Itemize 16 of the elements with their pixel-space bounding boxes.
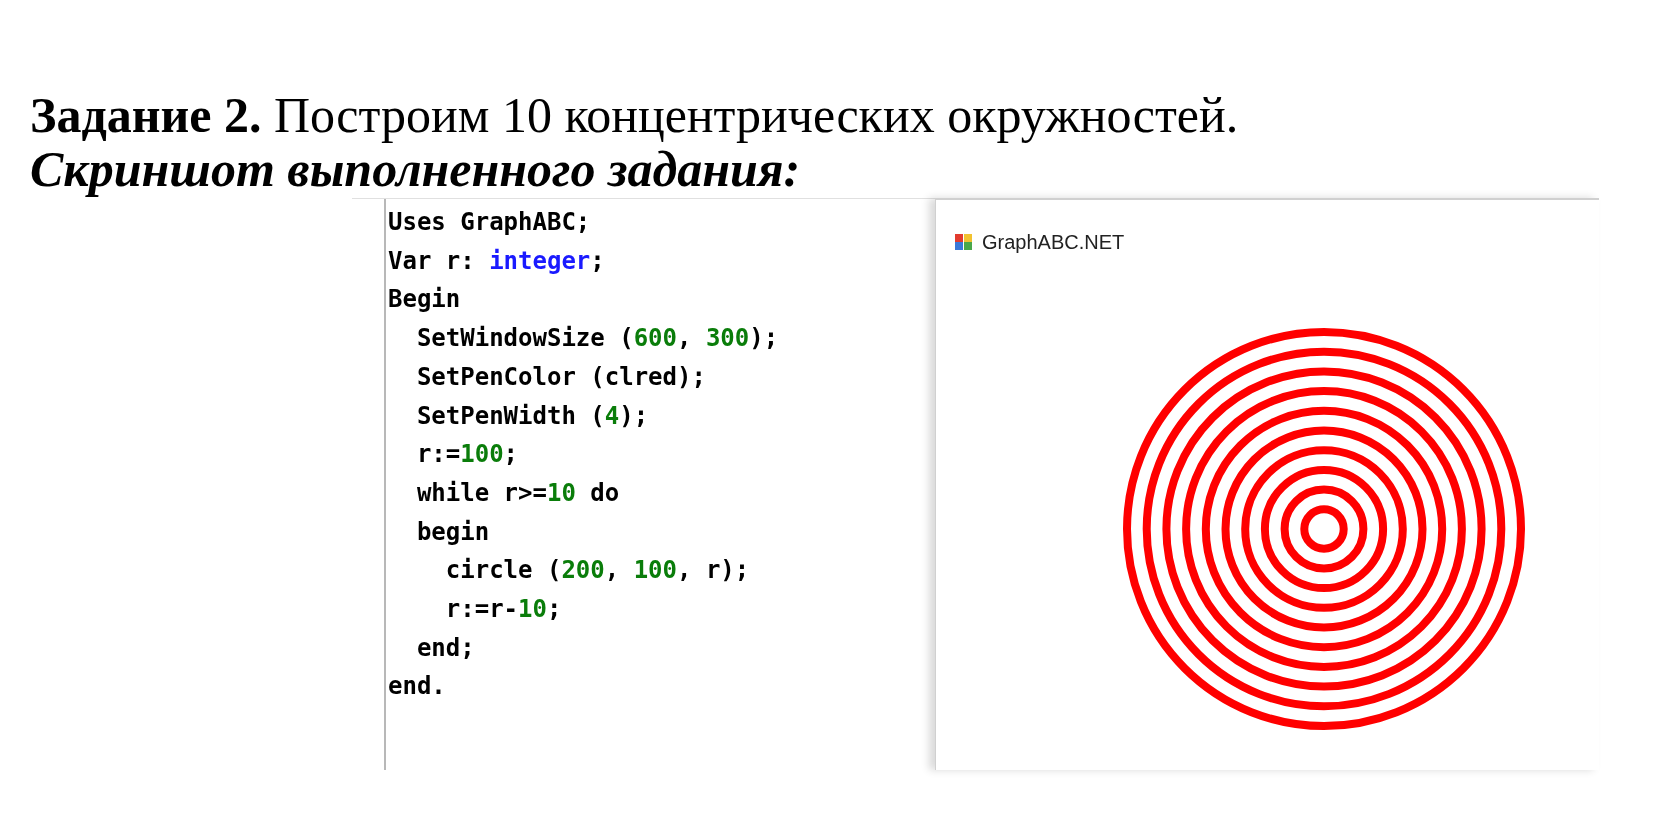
task-heading: Задание 2. Построим 10 концентрических окружностей. xyxy=(30,87,1239,143)
code-line: r:=100; xyxy=(415,439,519,471)
code-line: SetWindowSize (600, 300); xyxy=(415,323,779,355)
code-line: end; xyxy=(415,632,475,664)
code-line: circle (200, 100, r); xyxy=(444,555,750,587)
code-line: Var r: integer; xyxy=(388,245,605,277)
code-line: Uses GraphABC; xyxy=(388,207,591,238)
code-line: end. xyxy=(388,671,446,703)
code-line: begin xyxy=(415,516,490,548)
code-line: SetPenColor (clred); xyxy=(415,361,706,393)
window-title: GraphABC.NET xyxy=(982,230,1125,255)
code-line: while r>=10 do xyxy=(415,477,620,509)
code-line: SetPenWidth (4); xyxy=(415,400,649,432)
code-line: r:=r-10; xyxy=(444,594,562,626)
app-icon xyxy=(954,233,974,251)
code-line: Begin xyxy=(388,284,461,316)
